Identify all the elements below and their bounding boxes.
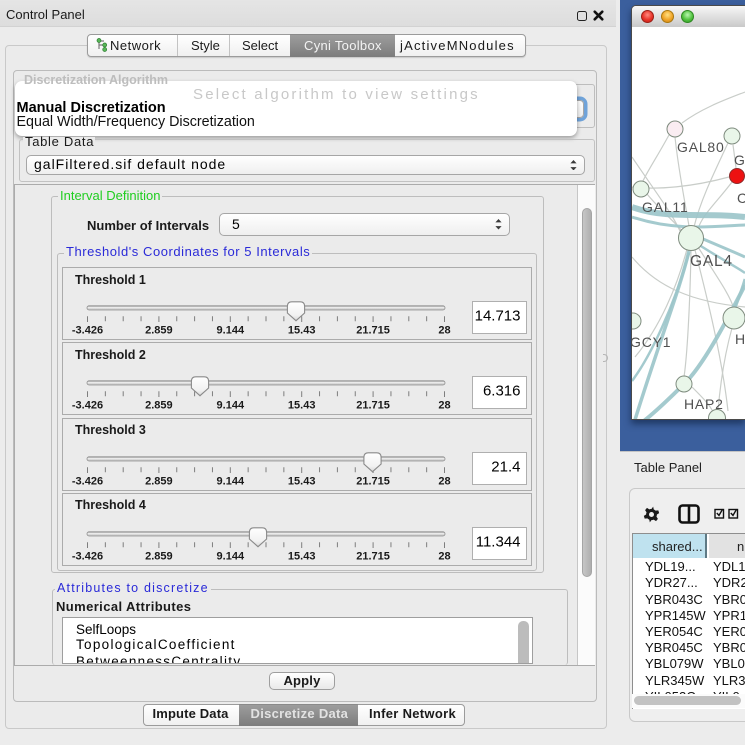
svg-text:-3.426: -3.426 xyxy=(72,475,103,487)
svg-text:GAL80: GAL80 xyxy=(677,139,725,155)
svg-text:21.715: 21.715 xyxy=(356,325,390,337)
svg-text:21.715: 21.715 xyxy=(356,400,390,412)
svg-text:15.43: 15.43 xyxy=(288,325,316,337)
svg-text:2.859: 2.859 xyxy=(145,475,173,487)
svg-text:21.715: 21.715 xyxy=(356,550,390,562)
svg-text:HAP2: HAP2 xyxy=(684,396,724,412)
svg-text:2.859: 2.859 xyxy=(145,325,173,337)
svg-text:GA: GA xyxy=(734,152,745,168)
svg-text:2.859: 2.859 xyxy=(145,400,173,412)
svg-text:28: 28 xyxy=(438,325,450,337)
svg-text:C: C xyxy=(737,190,745,206)
svg-text:9.144: 9.144 xyxy=(217,550,245,562)
svg-text:-3.426: -3.426 xyxy=(72,400,103,412)
svg-text:GAL11: GAL11 xyxy=(642,199,689,215)
svg-text:21.715: 21.715 xyxy=(356,475,390,487)
svg-text:9.144: 9.144 xyxy=(217,400,245,412)
svg-text:-3.426: -3.426 xyxy=(72,325,103,337)
svg-text:GCY1: GCY1 xyxy=(632,334,671,350)
svg-text:28: 28 xyxy=(438,475,450,487)
svg-text:GAL4: GAL4 xyxy=(690,253,733,270)
svg-text:15.43: 15.43 xyxy=(288,400,316,412)
svg-text:9.144: 9.144 xyxy=(217,325,245,337)
svg-text:9.144: 9.144 xyxy=(217,475,245,487)
svg-text:15.43: 15.43 xyxy=(288,475,316,487)
svg-text:H: H xyxy=(735,331,745,347)
svg-text:28: 28 xyxy=(438,550,450,562)
svg-text:2.859: 2.859 xyxy=(145,550,173,562)
svg-text:28: 28 xyxy=(438,400,450,412)
svg-text:15.43: 15.43 xyxy=(288,550,316,562)
svg-text:-3.426: -3.426 xyxy=(72,550,103,562)
